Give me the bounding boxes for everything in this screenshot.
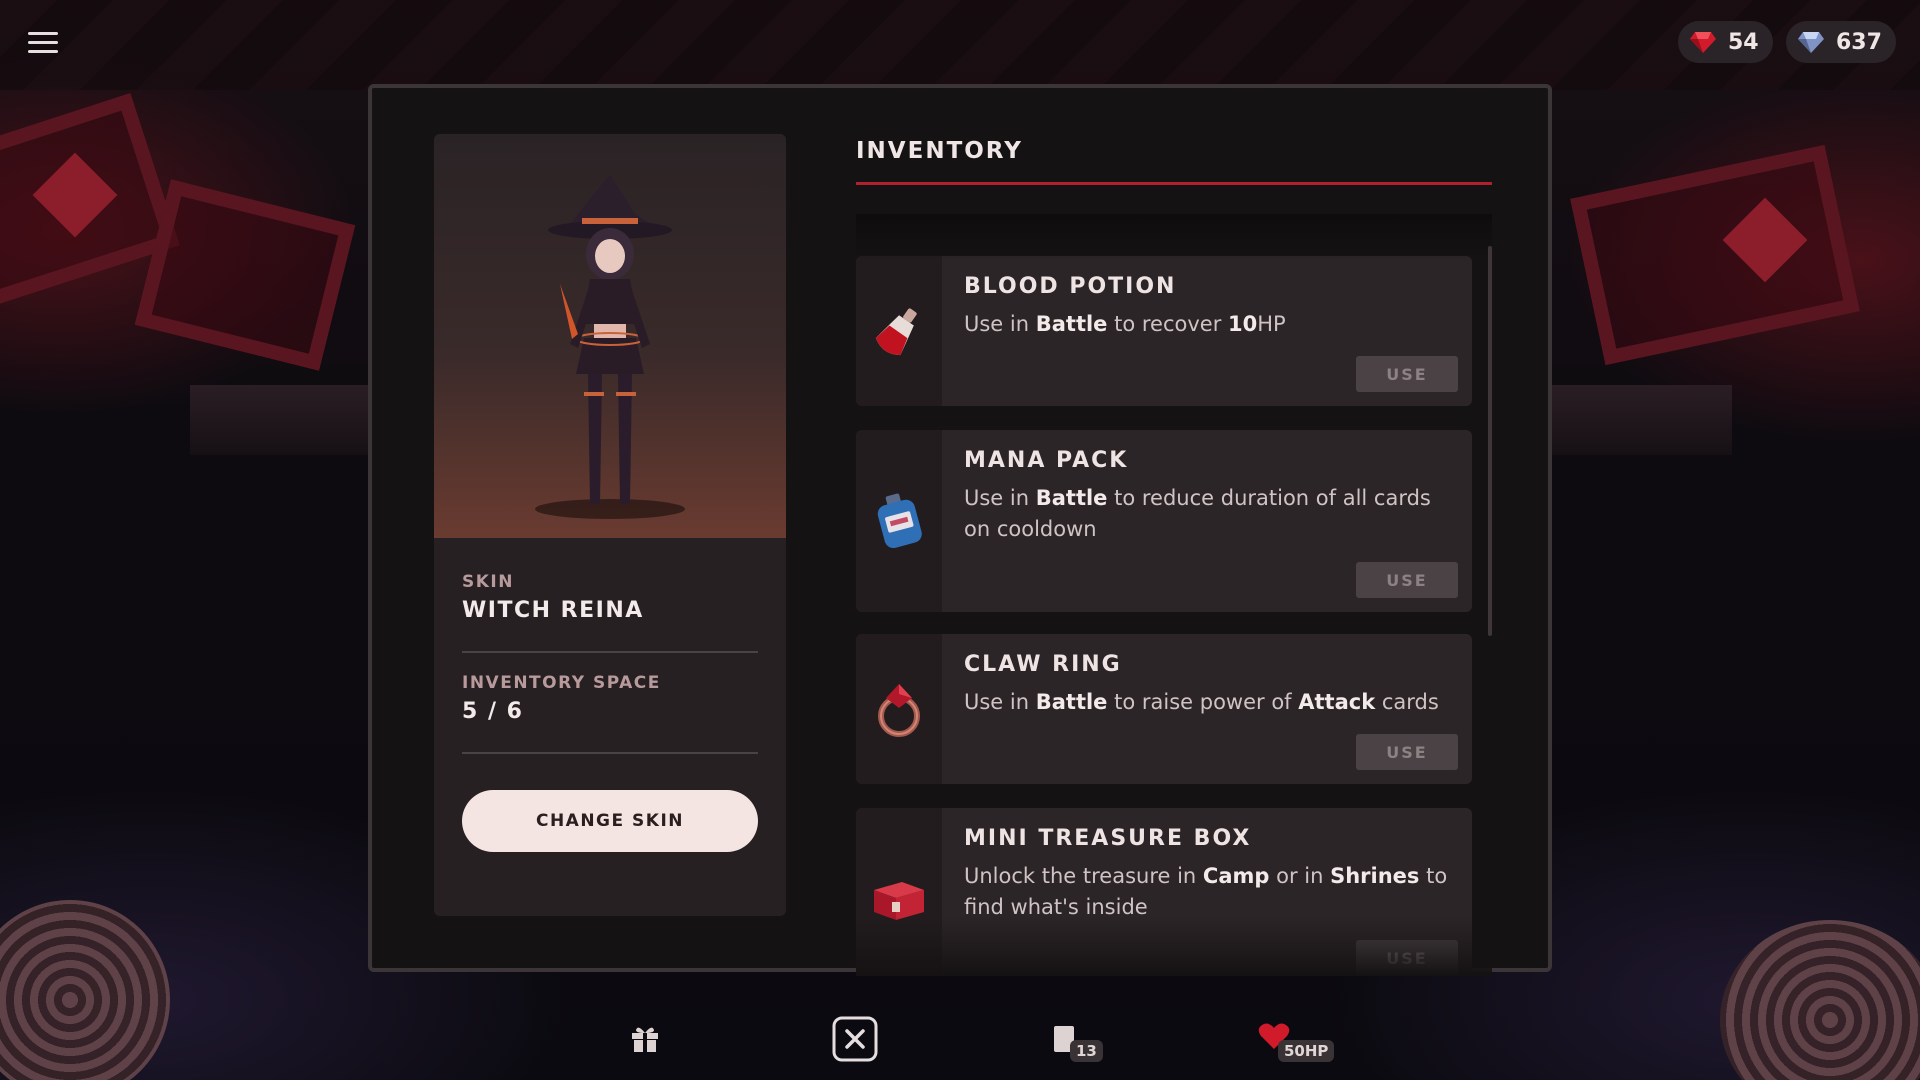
blood-potion-icon bbox=[875, 308, 917, 356]
ruby-count: 54 bbox=[1728, 29, 1759, 55]
mana-pack-icon bbox=[877, 493, 922, 549]
cards-deck-button[interactable]: 13 bbox=[1052, 1024, 1103, 1062]
skin-label: SKIN bbox=[462, 572, 514, 592]
item-icon-slot bbox=[856, 430, 942, 612]
item-body: MANA PACK Use in Battle to reduce durati… bbox=[942, 430, 1472, 612]
item-description: Use in Battle to raise power of Attack c… bbox=[964, 690, 1439, 714]
diamond-counter: 637 bbox=[1786, 21, 1896, 63]
close-button[interactable] bbox=[832, 1016, 878, 1062]
use-button[interactable]: USE bbox=[1356, 356, 1458, 392]
item-description: Unlock the treasure in Camp or in Shrine… bbox=[964, 864, 1448, 919]
gift-button[interactable] bbox=[630, 1024, 660, 1054]
hp-badge: 50HP bbox=[1278, 1040, 1335, 1062]
inventory-title: INVENTORY bbox=[856, 138, 1492, 185]
item-body: BLOOD POTION Use in Battle to recover 10… bbox=[942, 256, 1472, 406]
inventory-scrollbar[interactable] bbox=[1488, 246, 1492, 636]
item-icon-slot bbox=[856, 634, 942, 784]
gift-icon bbox=[632, 1027, 658, 1052]
cards-count-badge: 13 bbox=[1070, 1040, 1103, 1062]
item-description: Use in Battle to recover 10HP bbox=[964, 312, 1286, 336]
close-icon bbox=[832, 1016, 878, 1062]
inventory-panel: SKIN WITCH REINA INVENTORY SPACE 5 / 6 C… bbox=[368, 84, 1552, 976]
inventory-item-claw-ring: CLAW RING Use in Battle to raise power o… bbox=[856, 634, 1472, 784]
use-button[interactable]: USE bbox=[1356, 734, 1458, 770]
item-icon-slot bbox=[856, 256, 942, 406]
witch-character-image bbox=[535, 174, 685, 519]
item-name: BLOOD POTION bbox=[964, 274, 1177, 299]
change-skin-button[interactable]: CHANGE SKIN bbox=[462, 790, 758, 852]
health-button[interactable]: 50HP bbox=[1258, 1022, 1335, 1062]
item-name: CLAW RING bbox=[964, 652, 1122, 677]
item-body: CLAW RING Use in Battle to raise power o… bbox=[942, 634, 1472, 784]
inventory-item-blood-potion: BLOOD POTION Use in Battle to recover 10… bbox=[856, 256, 1472, 406]
diamond-icon bbox=[1798, 32, 1824, 53]
item-description: Use in Battle to reduce duration of all … bbox=[964, 486, 1431, 541]
character-info: SKIN WITCH REINA INVENTORY SPACE 5 / 6 C… bbox=[434, 538, 786, 852]
divider bbox=[462, 752, 758, 754]
ruby-counter: 54 bbox=[1678, 21, 1773, 63]
menu-icon[interactable] bbox=[28, 32, 58, 54]
ruby-icon bbox=[1690, 32, 1716, 53]
inventory-space-value: 5 / 6 bbox=[462, 699, 524, 724]
divider bbox=[462, 651, 758, 653]
item-name: MANA PACK bbox=[964, 448, 1129, 473]
shelf-decoration-right bbox=[1552, 385, 1732, 455]
shelf-decoration-left bbox=[190, 385, 370, 455]
list-fade-bottom bbox=[856, 916, 1492, 976]
background-pattern bbox=[0, 0, 1920, 90]
claw-ring-icon bbox=[878, 684, 920, 737]
inventory-item-mana-pack: MANA PACK Use in Battle to reduce durati… bbox=[856, 430, 1472, 612]
use-button[interactable]: USE bbox=[1356, 562, 1458, 598]
character-portrait bbox=[434, 134, 786, 538]
character-card: SKIN WITCH REINA INVENTORY SPACE 5 / 6 C… bbox=[434, 134, 786, 916]
inventory-space-label: INVENTORY SPACE bbox=[462, 673, 661, 693]
skin-name: WITCH REINA bbox=[462, 598, 644, 623]
list-fade-top bbox=[856, 214, 1492, 260]
inventory-list[interactable]: BLOOD POTION Use in Battle to recover 10… bbox=[856, 214, 1492, 976]
item-name: MINI TREASURE BOX bbox=[964, 826, 1252, 851]
diamond-count: 637 bbox=[1836, 29, 1882, 55]
